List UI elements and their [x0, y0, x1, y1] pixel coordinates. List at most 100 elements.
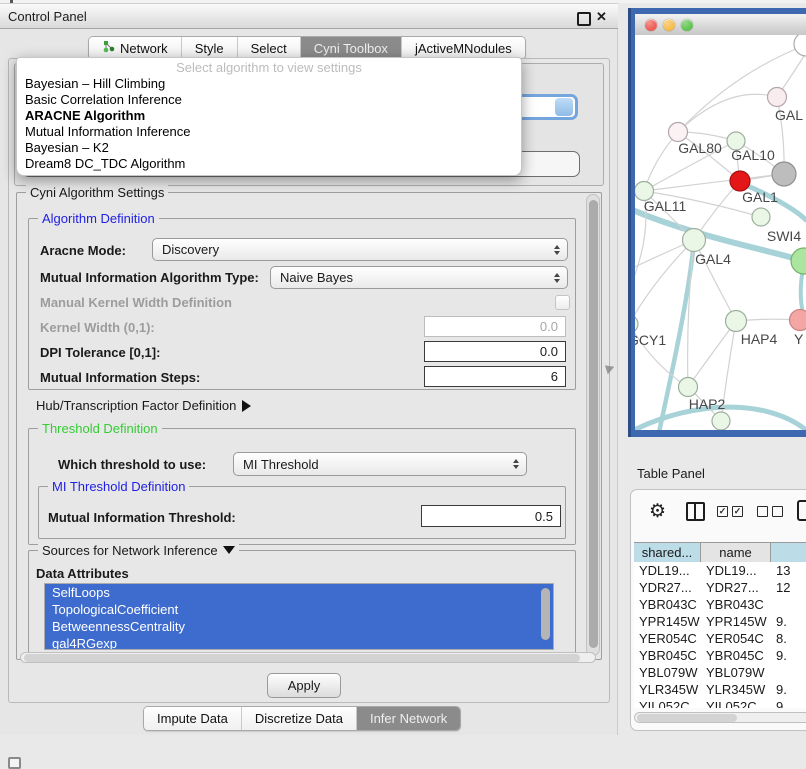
network-node-pink-top[interactable] — [768, 88, 787, 107]
mi-algorithm-type-combo[interactable]: Naive Bayes — [270, 266, 568, 289]
table-row[interactable]: YER054CYER054C8. — [634, 630, 806, 647]
dropdown-item-bayesian-hill-climbing[interactable]: Bayesian – Hill Climbing — [17, 76, 521, 92]
tab-discretize-data[interactable]: Discretize Data — [242, 707, 357, 730]
dropdown-item-aracne-algorithm[interactable]: ARACNE Algorithm — [17, 108, 521, 124]
tab-network[interactable]: Network — [89, 37, 182, 59]
aracne-mode-combo[interactable]: Discovery — [152, 238, 568, 261]
table-row[interactable]: YIL052CYIL052C9. — [634, 698, 806, 708]
table-row[interactable]: YPR145WYPR145W9. — [634, 613, 806, 630]
dropdown-item-basic-correlation-inference[interactable]: Basic Correlation Inference — [17, 92, 521, 108]
mi-steps-label: Mutual Information Steps: — [40, 370, 200, 385]
network-node-gal4[interactable] — [683, 229, 706, 252]
network-node-gray-node[interactable] — [772, 162, 796, 186]
tab-cyni-toolbox[interactable]: Cyni Toolbox — [301, 37, 402, 59]
network-node-salmon-right[interactable] — [790, 310, 806, 331]
table-cell: YBR045C — [634, 647, 701, 664]
network-window-titlebar[interactable] — [635, 14, 806, 36]
checked-checkbox-icon[interactable]: ✓ — [732, 506, 743, 517]
which-threshold-combo[interactable]: MI Threshold — [233, 452, 527, 476]
dropdown-item-mutual-information-inference[interactable]: Mutual Information Inference — [17, 124, 521, 140]
close-icon[interactable]: ✕ — [596, 9, 607, 25]
settings-vertical-scrollbar[interactable] — [586, 194, 600, 656]
network-icon — [102, 40, 115, 56]
column-header-cut[interactable] — [771, 543, 806, 563]
hub-definition-label: Hub/Transcription Factor Definition — [36, 398, 236, 413]
node-label-hap2: HAP2 — [689, 396, 726, 412]
network-node-gcy1[interactable] — [635, 315, 638, 333]
apply-button[interactable]: Apply — [267, 673, 341, 698]
mi-algorithm-type-value: Naive Bayes — [280, 270, 353, 285]
table-cell: YDR27... — [701, 579, 771, 596]
table-cell: YER054C — [701, 630, 771, 647]
checked-checkbox-icon[interactable]: ✓ — [717, 506, 728, 517]
table-row[interactable]: YDR27...YDR27...12 — [634, 579, 806, 596]
mi-steps-field[interactable]: 6 — [424, 366, 566, 387]
split-columns-icon[interactable] — [686, 502, 705, 521]
table-cell: YIL052C — [634, 698, 701, 708]
partial-button-icon[interactable] — [797, 500, 806, 521]
attribute-item-betweennesscentrality[interactable]: BetweennessCentrality — [45, 618, 553, 635]
table-horizontal-scrollbar[interactable] — [634, 712, 806, 723]
network-node-swi4[interactable] — [752, 208, 770, 226]
network-view-window: GALGAL80GAL10GAL1GAL11SWI4GAL4GCY1HAP4YH… — [628, 8, 806, 437]
tab-label: Cyni Toolbox — [314, 41, 388, 56]
table-rows: YDL19...YDL19...13YDR27...YDR27...12YBR0… — [634, 562, 806, 708]
sources-group-title: Sources for Network Inference — [38, 543, 239, 558]
mi-algorithm-type-label: Mutual Information Algorithm Type: — [40, 270, 259, 285]
table-cell: 9. — [771, 613, 806, 630]
settings-hscroll-thumb[interactable] — [24, 654, 580, 662]
network-canvas[interactable]: GALGAL80GAL10GAL1GAL11SWI4GAL4GCY1HAP4YH… — [635, 35, 806, 430]
zoom-light[interactable] — [681, 19, 693, 31]
table-cell: YBR045C — [701, 647, 771, 664]
table-row[interactable]: YDL19...YDL19...13 — [634, 562, 806, 579]
dpi-tolerance-field[interactable]: 0.0 — [424, 341, 566, 362]
tab-impute-data[interactable]: Impute Data — [144, 707, 242, 730]
collapse-down-icon[interactable] — [223, 546, 235, 554]
network-node-hap4[interactable] — [726, 311, 747, 332]
table-row[interactable]: YBR045CYBR045C9. — [634, 647, 806, 664]
minimize-light[interactable] — [663, 19, 675, 31]
settings-vscroll-thumb[interactable] — [589, 200, 598, 648]
table-cell: 12 — [771, 579, 806, 596]
unchecked-checkbox-icon[interactable] — [772, 506, 783, 517]
column-header-name[interactable]: name — [701, 543, 771, 563]
table-cell — [771, 596, 806, 613]
dropdown-items: Bayesian – Hill ClimbingBasic Correlatio… — [17, 76, 521, 172]
tab-label: Network — [120, 41, 168, 56]
settings-horizontal-scrollbar[interactable] — [20, 652, 596, 663]
table-row[interactable]: YBL079WYBL079W — [634, 664, 806, 681]
attribute-item-gal4rgexp[interactable]: gal4RGexp — [45, 635, 553, 650]
column-header-shared[interactable]: shared... — [634, 543, 701, 563]
network-node-green-right[interactable] — [791, 248, 806, 274]
network-node-gal1[interactable] — [730, 171, 750, 191]
dropdown-item-bayesian-k2[interactable]: Bayesian – K2 — [17, 140, 521, 156]
mi-threshold-field[interactable]: 0.5 — [421, 505, 561, 527]
table-cell: 9. — [771, 647, 806, 664]
network-node-top-arc[interactable] — [794, 35, 806, 56]
dpi-tolerance-label: DPI Tolerance [0,1]: — [40, 345, 160, 360]
node-label-gcy1: GCY1 — [635, 332, 666, 348]
node-label-gal10: GAL10 — [731, 147, 775, 163]
tab-infer-network[interactable]: Infer Network — [357, 707, 460, 730]
float-window-icon[interactable] — [577, 12, 591, 26]
tab-select[interactable]: Select — [238, 37, 301, 59]
hub-definition-toggle[interactable]: Hub/Transcription Factor Definition — [36, 398, 251, 413]
tab-jactivemnodules[interactable]: jActiveMNodules — [402, 37, 525, 59]
table-cell: YBR043C — [701, 596, 771, 613]
attribute-item-selfloops[interactable]: SelfLoops — [45, 584, 553, 601]
gear-icon[interactable]: ⚙ — [649, 500, 666, 523]
table-row[interactable]: YBR043CYBR043C — [634, 596, 806, 613]
network-node-hap2[interactable] — [679, 378, 698, 397]
table-hscroll-thumb[interactable] — [637, 714, 737, 722]
node-label-swi4: SWI4 — [767, 228, 801, 244]
tab-style[interactable]: Style — [182, 37, 238, 59]
attribute-item-topologicalcoefficient[interactable]: TopologicalCoefficient — [45, 601, 553, 618]
attributes-list-scrollbar[interactable] — [541, 588, 550, 640]
table-row[interactable]: YLR345WYLR345W9. — [634, 681, 806, 698]
manual-kernel-label: Manual Kernel Width Definition — [40, 295, 232, 310]
network-node-bottom-node[interactable] — [712, 412, 730, 430]
unchecked-checkbox-icon[interactable] — [757, 506, 768, 517]
dropdown-item-dream8-dc-tdc-algorithm[interactable]: Dream8 DC_TDC Algorithm — [17, 156, 521, 172]
network-node-gal80[interactable] — [669, 123, 688, 142]
close-light[interactable] — [645, 19, 657, 31]
